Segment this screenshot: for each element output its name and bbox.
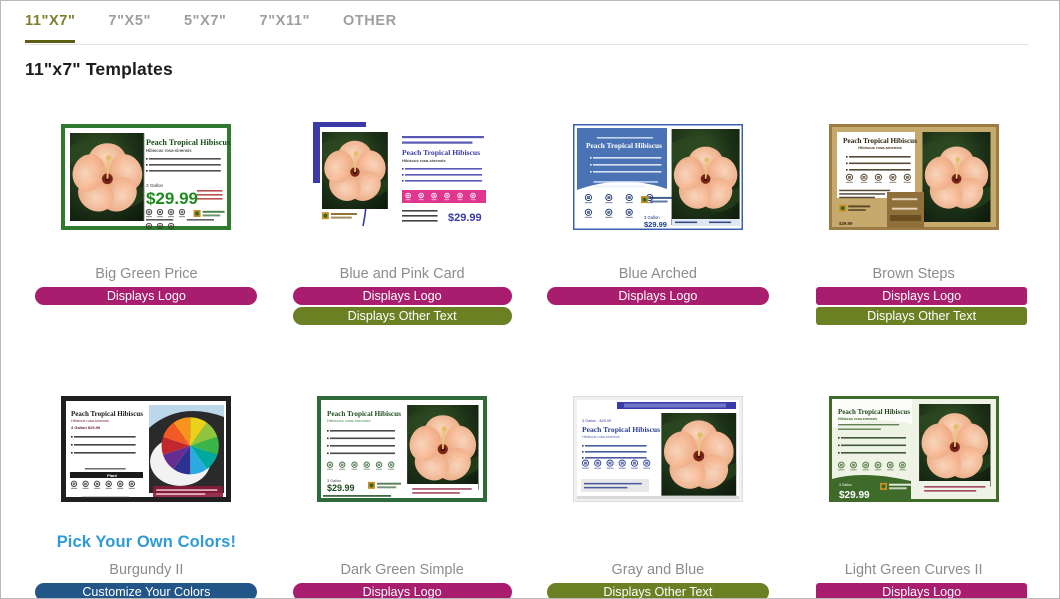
template-badges: Displays LogoDisplays Other Text [816, 583, 1028, 598]
svg-text:Peach Tropical Hibiscus: Peach Tropical Hibiscus [586, 141, 662, 150]
svg-text:Peach Tropical Hibiscus: Peach Tropical Hibiscus [402, 148, 480, 157]
template-badges: Displays Logo [546, 287, 769, 305]
template-name: Big Green Price [95, 266, 198, 282]
template-card[interactable]: Peach Tropical Hibiscus Hibiscus rosa-si… [281, 369, 524, 598]
page-title: 11"x7" Templates [25, 59, 173, 79]
template-thumbnail[interactable]: Peach Tropical Hibiscus Hibiscus rosa-si… [313, 122, 492, 232]
template-thumbnail[interactable]: 3 Gallon - $29.99 Peach Tropical Hibiscu… [572, 396, 743, 502]
template-name: Light Green Curves II [844, 562, 983, 578]
tab-0[interactable]: 11"X7" [25, 9, 76, 43]
template-badges: Customize Your ColorsDisplays Other Text [35, 583, 258, 598]
template-thumbnail[interactable]: Peach Tropical Hibiscus Hibiscus rosa-si… [828, 396, 999, 502]
svg-text:Hibiscus rosa-sinensis: Hibiscus rosa-sinensis [71, 419, 109, 423]
svg-text:Peach Tropical Hibiscus: Peach Tropical Hibiscus [582, 425, 660, 434]
svg-text:Peach Tropical Hibiscus: Peach Tropical Hibiscus [71, 410, 143, 418]
badge-logo[interactable]: Displays Logo [546, 287, 769, 305]
badge-other[interactable]: Displays Other Text [816, 307, 1028, 325]
template-badges: Displays Logo Displays Other Text [292, 287, 512, 325]
svg-text:$29.99: $29.99 [839, 490, 870, 501]
svg-text:Peach Tropical Hibiscus: Peach Tropical Hibiscus [843, 137, 917, 145]
template-card[interactable]: Peach Tropical Hibiscus Hibiscus rosa-si… [25, 97, 268, 325]
template-thumbnail-area[interactable]: Peach Tropical Hibiscus Hibiscus rosa-si… [281, 97, 524, 257]
templates-page: 11"X7" 7"X5" 5"X7" 7"X11" OTHER 11"x7" Templ… [0, 0, 1060, 599]
svg-text:3 Gallon - $29.99: 3 Gallon - $29.99 [582, 419, 611, 423]
template-thumbnail-area[interactable]: Peach Tropical Hibiscus Hibiscus rosa-si… [25, 369, 268, 529]
svg-text:Peach Tropical Hibiscus: Peach Tropical Hibiscus [838, 408, 910, 416]
tab-2[interactable]: 5"X7" [184, 9, 227, 43]
svg-text:Hibiscus rosa-sinensis: Hibiscus rosa-sinensis [146, 148, 192, 153]
template-thumbnail[interactable]: Peach Tropical Hibiscus Hibiscus rosa-si… [61, 396, 232, 502]
svg-text:3 Gallon $29.99: 3 Gallon $29.99 [71, 425, 101, 430]
template-grid: Peach Tropical Hibiscus Hibiscus rosa-si… [25, 97, 1035, 598]
svg-text:$29.99: $29.99 [327, 483, 355, 493]
svg-text:Peach Tropical Hibiscus: Peach Tropical Hibiscus [327, 410, 401, 418]
template-card[interactable]: Peach Tropical Hibiscus Hibiscus rosa-si… [792, 369, 1035, 598]
badge-logo[interactable]: Displays Logo [292, 583, 512, 598]
template-badges: Displays Logo Displays Other Text [816, 287, 1028, 325]
template-thumbnail[interactable]: Peach Tropical Hibiscus Hibiscus rosa-si… [317, 396, 488, 502]
svg-text:Plant: Plant [107, 473, 117, 478]
template-name: Gray and Blue [611, 562, 705, 578]
template-card[interactable]: Peach Tropical Hibiscus 3 Gallon $29.99 … [537, 97, 780, 325]
svg-text:Hibiscus rosa-sinensis: Hibiscus rosa-sinensis [858, 145, 902, 150]
svg-text:3 Gallon: 3 Gallon [839, 483, 852, 487]
template-thumbnail[interactable]: Peach Tropical Hibiscus 3 Gallon $29.99 [572, 124, 743, 230]
template-thumbnail-area[interactable]: 3 Gallon - $29.99 Peach Tropical Hibiscu… [537, 369, 780, 529]
template-name: Burgundy II [109, 562, 184, 578]
template-thumbnail-area[interactable]: Peach Tropical Hibiscus Hibiscus rosa-si… [281, 369, 524, 529]
template-thumbnail-area[interactable]: Peach Tropical Hibiscus Hibiscus rosa-si… [25, 97, 268, 257]
badge-custom[interactable]: Customize Your Colors [35, 583, 258, 598]
template-card[interactable]: Peach Tropical Hibiscus Hibiscus rosa-si… [281, 97, 524, 325]
badge-other[interactable]: Displays Other Text [292, 307, 512, 325]
svg-text:Hibiscus rosa-sinensis: Hibiscus rosa-sinensis [838, 417, 877, 421]
svg-text:Peach Tropical Hibiscus: Peach Tropical Hibiscus [146, 138, 230, 147]
tab-1[interactable]: 7"X5" [108, 9, 151, 43]
badge-other[interactable]: Displays Other Text [546, 583, 769, 598]
badge-logo[interactable]: Displays Logo [35, 287, 258, 305]
badge-logo[interactable]: Displays Logo [816, 583, 1028, 598]
svg-text:Hibiscus rosa-sinensis: Hibiscus rosa-sinensis [582, 435, 620, 439]
template-thumbnail[interactable]: Peach Tropical Hibiscus Hibiscus rosa-si… [828, 124, 999, 230]
template-name: Dark Green Simple [340, 562, 464, 578]
template-badges: Displays Logo [35, 287, 258, 305]
svg-text:Hibiscus rosa-sinensis: Hibiscus rosa-sinensis [402, 158, 446, 163]
template-card[interactable]: Peach Tropical Hibiscus Hibiscus rosa-si… [25, 369, 268, 598]
template-name: Blue and Pink Card [339, 266, 465, 282]
svg-text:3 Gallon: 3 Gallon [146, 183, 164, 188]
template-card[interactable]: Peach Tropical Hibiscus Hibiscus rosa-si… [792, 97, 1035, 325]
template-badges: Displays LogoDisplays Other Text [292, 583, 512, 598]
template-thumbnail-area[interactable]: Peach Tropical Hibiscus Hibiscus rosa-si… [792, 97, 1035, 257]
template-thumbnail[interactable]: Peach Tropical Hibiscus Hibiscus rosa-si… [61, 124, 232, 230]
svg-text:$29.99: $29.99 [644, 220, 667, 229]
tab-4[interactable]: OTHER [343, 9, 397, 43]
badge-logo[interactable]: Displays Logo [292, 287, 512, 305]
svg-text:Hibiscus rosa-sinensis: Hibiscus rosa-sinensis [327, 418, 371, 423]
template-name: Blue Arched [618, 266, 697, 282]
pick-your-own-colors-caption: Pick Your Own Colors! [56, 533, 237, 551]
svg-text:$29.99: $29.99 [448, 212, 482, 224]
tab-3[interactable]: 7"X11" [260, 9, 310, 43]
svg-text:$29.99: $29.99 [839, 221, 853, 226]
size-tab-bar: 11"X7" 7"X5" 5"X7" 7"X11" OTHER [25, 9, 1029, 45]
grid-row-spacer [25, 325, 1035, 369]
template-thumbnail-area[interactable]: Peach Tropical Hibiscus 3 Gallon $29.99 [537, 97, 780, 257]
svg-text:$29.99: $29.99 [146, 189, 198, 208]
template-thumbnail-area[interactable]: Peach Tropical Hibiscus Hibiscus rosa-si… [792, 369, 1035, 529]
template-badges: Displays Other Text [546, 583, 769, 598]
template-card[interactable]: 3 Gallon - $29.99 Peach Tropical Hibiscu… [537, 369, 780, 598]
template-name: Brown Steps [872, 266, 955, 282]
badge-logo[interactable]: Displays Logo [816, 287, 1028, 305]
